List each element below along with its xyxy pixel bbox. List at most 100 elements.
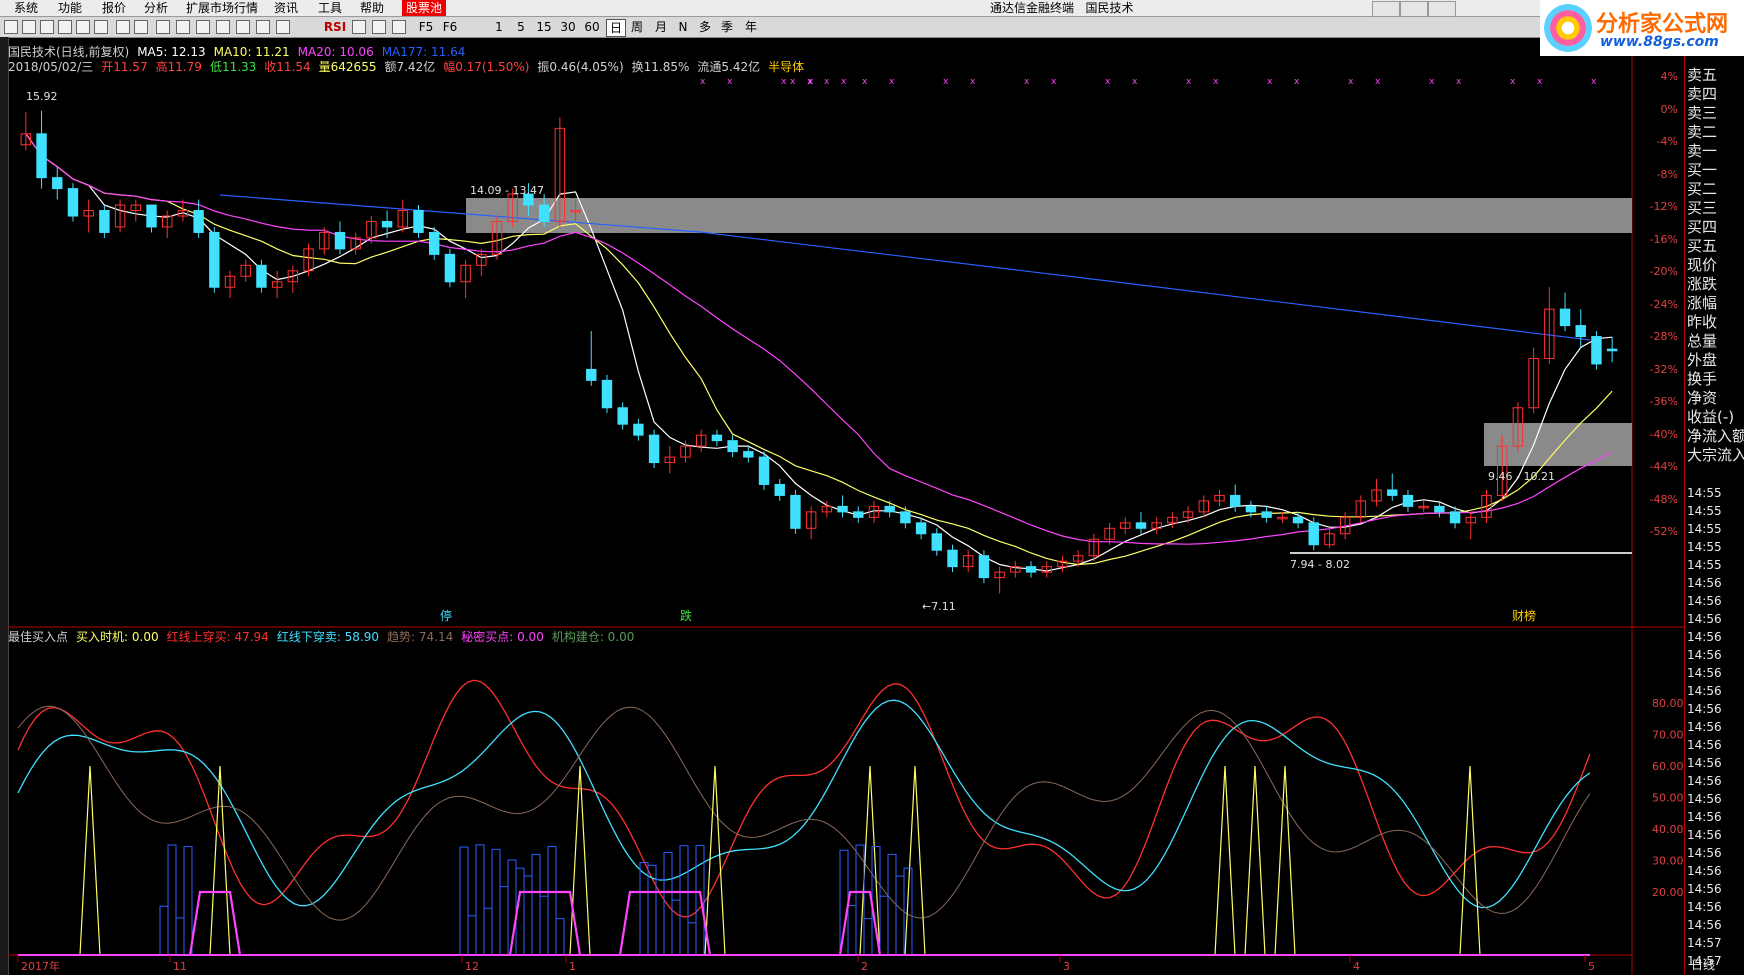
institution-bar — [695, 844, 705, 956]
kline-chart[interactable]: x x x x x x x x x x x x x x x x x x x x x x xx x x x15.92←7.1114.… — [0, 0, 1684, 975]
candle-body — [758, 456, 770, 485]
institution-bar — [547, 845, 557, 956]
candle-body — [931, 533, 943, 551]
top-marker: x — [1375, 77, 1381, 87]
candle-body — [209, 231, 220, 288]
pct-tick: -20% — [1649, 265, 1678, 278]
candle-body — [1292, 516, 1304, 524]
date-label: 3 — [1063, 960, 1070, 973]
event-tag: 停 — [440, 608, 452, 623]
top-marker: x — [1132, 77, 1138, 87]
pct-tick: -12% — [1649, 200, 1678, 213]
quote-field: 卖二 — [1687, 123, 1718, 141]
quote-field: 买三 — [1687, 199, 1718, 217]
quote-field: 换手 — [1687, 370, 1718, 388]
quote-field: 涨幅 — [1687, 294, 1718, 312]
quote-panel: 卖五 卖四 卖三 卖二 卖一 买一 买二 买三 买四 买五 现价 涨跌 涨幅 昨收 总量 外盘 换手 净资 收益(-… — [1684, 56, 1744, 975]
candle-body — [36, 133, 47, 179]
top-marker: x — [1537, 77, 1543, 87]
candle-body — [978, 555, 990, 579]
top-marker: x — [1051, 77, 1057, 87]
tick-time: 14:56 — [1687, 648, 1722, 662]
institution-bar — [839, 849, 849, 956]
tick-time: 14:55 — [1687, 522, 1722, 536]
tick-time: 14:56 — [1687, 792, 1722, 806]
top-marker: x — [1213, 77, 1219, 87]
quote-field: 净资 — [1687, 389, 1718, 407]
candle-body — [648, 434, 660, 464]
candle-body — [1229, 494, 1241, 507]
pct-tick: -52% — [1649, 525, 1678, 538]
tick-time: 14:56 — [1687, 864, 1722, 878]
institution-bar — [159, 905, 169, 956]
candle-body — [381, 220, 393, 228]
percent-axis: 4% 0% -4% -8% -12% -16% -20% -24% -28% -32% -36% -4… — [1632, 56, 1684, 626]
institution-bar — [475, 844, 485, 956]
candle-body — [1434, 505, 1445, 513]
pct-tick: -44% — [1649, 460, 1678, 473]
candle-body — [1308, 522, 1319, 546]
candle-body — [444, 253, 456, 283]
top-marker: x — [1456, 77, 1462, 87]
pct-tick: -28% — [1649, 330, 1678, 343]
candle-body — [1449, 511, 1461, 524]
tick-time: 14:56 — [1687, 756, 1722, 770]
pct-tick: -24% — [1649, 297, 1678, 311]
ind-tick: 20.00 — [1652, 886, 1684, 899]
pct-tick: -40% — [1649, 427, 1678, 441]
top-marker: x — [889, 77, 895, 87]
buy-timing-spike — [1214, 765, 1236, 956]
box3-label: 7.94 - 8.02 — [1290, 558, 1350, 571]
top-marker: x — [727, 77, 733, 87]
institution-bar — [183, 846, 193, 956]
tick-time: 14:56 — [1687, 702, 1722, 716]
top-marker: x — [1105, 77, 1111, 87]
quote-field: 买五 — [1687, 237, 1718, 255]
buy-timing-spike — [79, 765, 101, 956]
candle-body — [146, 204, 157, 228]
quote-field: 卖三 — [1687, 104, 1718, 122]
quote-field: 总量 — [1687, 332, 1718, 350]
tick-time: 14:55 — [1687, 540, 1722, 554]
institution-bar — [467, 915, 477, 956]
pct-tick: -8% — [1656, 167, 1678, 181]
institution-bar — [663, 851, 673, 956]
ind-tick: 40.00 — [1652, 823, 1684, 836]
quote-field: 现价 — [1687, 256, 1718, 274]
tick-time: 14:56 — [1687, 594, 1722, 608]
pct-tick: -4% — [1656, 135, 1678, 148]
institution-bar — [687, 922, 697, 956]
candle-body — [256, 264, 267, 288]
institution-bar — [639, 862, 649, 956]
institution-bar — [167, 844, 177, 956]
candle-body — [1402, 494, 1414, 507]
top-marker: x — [1591, 77, 1597, 87]
tick-time: 14:56 — [1687, 774, 1722, 788]
low-label: ←7.11 — [922, 600, 956, 613]
date-label: 12 — [465, 960, 479, 973]
quote-field: 卖一 — [1687, 142, 1718, 160]
candle-body — [1575, 325, 1586, 338]
secret-buy-line — [508, 890, 582, 956]
institution-bar — [483, 907, 493, 956]
tick-time: 14:55 — [1687, 504, 1722, 518]
trend-line — [17, 705, 1591, 921]
top-marker: x — [807, 77, 813, 87]
ma20-line — [25, 133, 1613, 545]
institution-bar — [655, 878, 665, 956]
quote-field: 外盘 — [1687, 351, 1718, 369]
candle-body — [1245, 505, 1257, 513]
top-marker: x — [1267, 77, 1273, 87]
institution-bar — [847, 905, 857, 956]
candle-body — [1606, 348, 1618, 352]
candle-body — [837, 505, 848, 513]
candle-body — [915, 522, 927, 535]
candle-body — [99, 210, 110, 233]
quote-field: 卖五 — [1687, 66, 1718, 84]
candle-body — [538, 204, 550, 222]
secret-buy-line — [188, 890, 242, 956]
candle-body — [711, 434, 723, 442]
buy-timing-spike — [1459, 765, 1481, 956]
top-marker: x — [943, 77, 949, 87]
institution-bar — [895, 875, 905, 956]
